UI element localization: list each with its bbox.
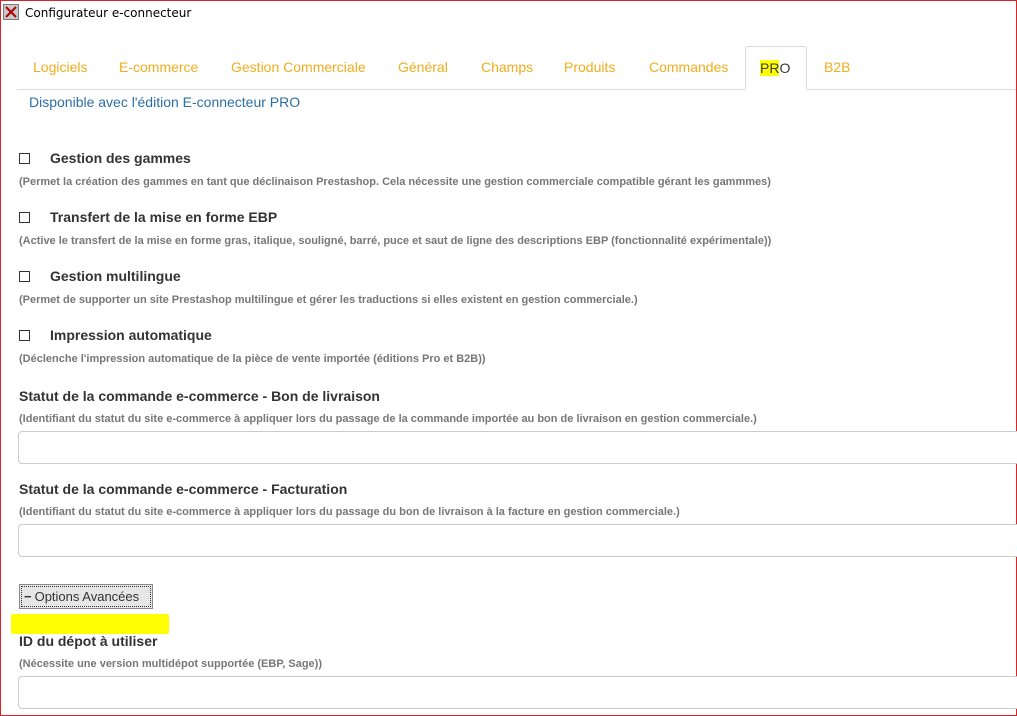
tab-bar: Logiciels E-commerce Gestion Commerciale… bbox=[17, 46, 1016, 90]
checkbox-gestion-multilingue[interactable] bbox=[19, 271, 30, 282]
delivery-status-label: Statut de la commande e-commerce - Bon d… bbox=[19, 388, 380, 404]
tab-gestion-commerciale[interactable]: Gestion Commerciale bbox=[215, 46, 382, 89]
checkbox-transfert-mise-en-forme[interactable] bbox=[19, 212, 30, 223]
help-text: (Permet la création des gammes en tant q… bbox=[19, 176, 771, 188]
checkbox-impression-automatique[interactable] bbox=[19, 330, 30, 341]
help-text: (Nécessite une version multidépot suppor… bbox=[19, 658, 322, 670]
option-label: Impression automatique bbox=[50, 327, 212, 343]
help-text: (Identifiant du statut du site e-commerc… bbox=[19, 506, 680, 518]
tab-e-commerce[interactable]: E-commerce bbox=[103, 46, 214, 89]
delivery-status-input[interactable] bbox=[18, 431, 1017, 464]
tab-pro-rest: O bbox=[779, 60, 791, 76]
tab-logiciels[interactable]: Logiciels bbox=[17, 46, 103, 89]
tab-pro[interactable]: PRO bbox=[745, 46, 807, 90]
advanced-options-button[interactable]: − Options Avancées bbox=[19, 584, 153, 609]
tab-general[interactable]: Général bbox=[382, 46, 464, 89]
window-title: Configurateur e-connecteur bbox=[25, 6, 192, 20]
tab-b2b[interactable]: B2B bbox=[808, 46, 866, 89]
help-text: (Identifiant du statut du site e-commerc… bbox=[19, 413, 757, 425]
advanced-options-label: Options Avancées bbox=[34, 589, 140, 604]
warehouse-id-input[interactable] bbox=[18, 676, 1017, 709]
billing-status-input[interactable] bbox=[18, 524, 1017, 557]
checkbox-gestion-gammes[interactable] bbox=[19, 153, 30, 164]
option-label: Transfert de la mise en forme EBP bbox=[50, 209, 278, 225]
tab-produits[interactable]: Produits bbox=[548, 46, 631, 89]
tab-commandes[interactable]: Commandes bbox=[633, 46, 744, 89]
tab-champs[interactable]: Champs bbox=[465, 46, 549, 89]
tab-pro-highlight: PR bbox=[760, 60, 780, 76]
yellow-annotation-mark bbox=[11, 614, 169, 634]
availability-notice: Disponible avec l'édition E-connecteur P… bbox=[29, 94, 301, 110]
minus-icon: − bbox=[24, 589, 32, 604]
option-label: Gestion multilingue bbox=[50, 268, 181, 284]
app-window: Configurateur e-connecteur Logiciels E-c… bbox=[0, 0, 1017, 716]
title-bar: Configurateur e-connecteur bbox=[1, 1, 1016, 25]
app-close-icon[interactable] bbox=[3, 4, 19, 20]
option-label: Gestion des gammes bbox=[50, 150, 191, 166]
help-text: (Déclenche l'impression automatique de l… bbox=[19, 353, 486, 365]
warehouse-id-label: ID du dépot à utiliser bbox=[19, 633, 158, 649]
help-text: (Permet de supporter un site Prestashop … bbox=[19, 294, 638, 306]
help-text: (Active le transfert de la mise en forme… bbox=[19, 235, 772, 247]
billing-status-label: Statut de la commande e-commerce - Factu… bbox=[19, 481, 348, 497]
